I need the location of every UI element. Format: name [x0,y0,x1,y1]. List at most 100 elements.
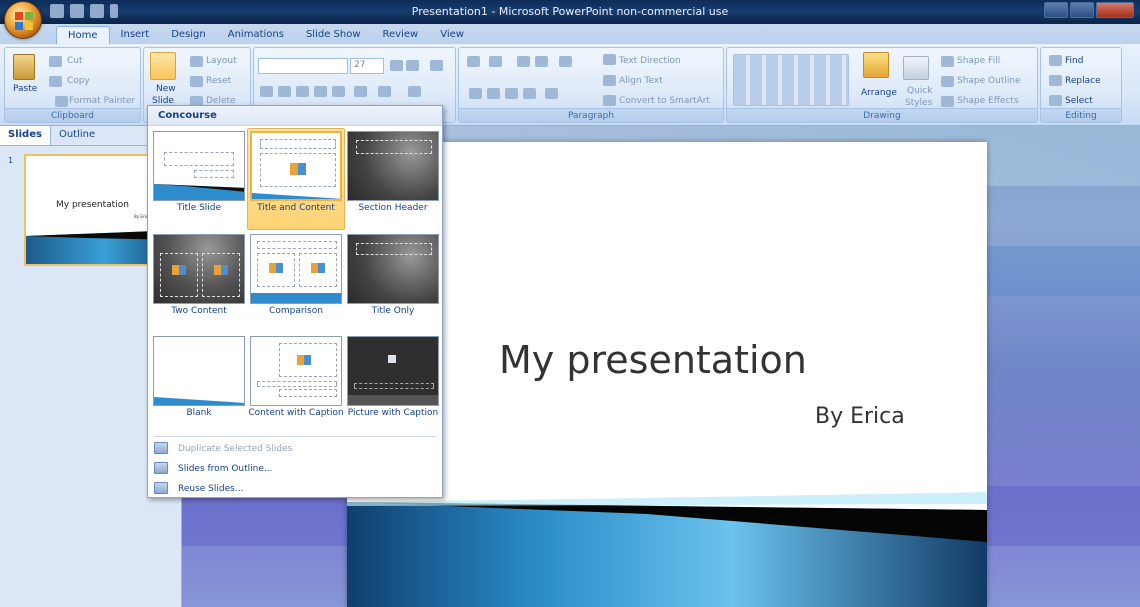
layout-label: Two Content [171,306,227,316]
font-size-field[interactable]: 27 [350,58,384,74]
menu-separator [154,436,436,437]
tab-review[interactable]: Review [372,26,430,44]
strikethrough-icon[interactable] [314,86,327,97]
layout-label: Title Only [371,306,415,316]
underline-icon[interactable] [296,86,309,97]
shape-effects-icon [941,96,954,107]
replace-button[interactable]: Replace [1065,76,1101,86]
line-spacing-icon[interactable] [559,56,572,67]
new-slide-icon[interactable] [150,52,176,80]
tab-outline[interactable]: Outline [51,126,103,145]
format-painter-button[interactable]: Format Painter [69,96,135,106]
layout-button[interactable]: Layout [206,56,237,66]
increase-indent-icon[interactable] [535,56,548,67]
paragraph-group-label: Paragraph [459,108,723,122]
slides-from-outline-icon [154,462,168,474]
shrink-font-icon[interactable] [406,60,419,71]
tab-home[interactable]: Home [56,26,110,44]
find-icon [1049,55,1062,66]
bullets-icon[interactable] [467,56,480,67]
quick-styles-icon[interactable] [903,56,929,80]
align-left-icon[interactable] [469,88,482,99]
replace-icon [1049,75,1062,86]
window-controls [1044,2,1134,18]
office-logo-icon [15,12,33,30]
select-icon [1049,95,1062,106]
align-text-button[interactable]: Align Text [619,76,663,86]
slides-from-outline-item[interactable]: Slides from Outline... [178,464,272,474]
layout-wave-icon [252,193,340,199]
text-direction-icon [603,54,616,65]
font-name-field[interactable] [258,58,348,74]
office-button[interactable] [4,1,42,39]
layout-label: Blank [186,408,212,418]
shape-outline-button[interactable]: Shape Outline [957,76,1021,86]
maximize-button[interactable] [1070,2,1094,18]
font-color-icon[interactable] [408,86,421,97]
title-bar: Presentation1 - Microsoft PowerPoint non… [0,0,1140,24]
reuse-slides-icon [154,482,168,494]
quick-styles-label-2[interactable]: Styles [905,98,932,108]
copy-icon [49,76,62,87]
grow-font-icon[interactable] [390,60,403,71]
select-button[interactable]: Select [1065,96,1093,106]
tab-design[interactable]: Design [160,26,217,44]
minimize-button[interactable] [1044,2,1068,18]
shape-effects-button[interactable]: Shape Effects [957,96,1019,106]
italic-icon[interactable] [278,86,291,97]
reuse-slides-item[interactable]: Reuse Slides... [178,484,243,494]
arrange-button[interactable]: Arrange [861,88,897,98]
clear-formatting-icon[interactable] [430,60,443,71]
paste-icon[interactable] [13,54,35,80]
justify-icon[interactable] [523,88,536,99]
layout-label: Comparison [269,306,323,316]
align-right-icon[interactable] [505,88,518,99]
smartart-icon [603,95,616,106]
shape-fill-button[interactable]: Shape Fill [957,56,1000,66]
shadow-icon[interactable] [332,86,345,97]
align-text-icon [603,75,616,86]
tab-insert[interactable]: Insert [110,26,161,44]
copy-button[interactable]: Copy [67,76,90,86]
character-spacing-icon[interactable] [354,86,367,97]
layout-label: Section Header [358,203,428,213]
convert-to-smartart-button[interactable]: Convert to SmartArt [619,96,710,106]
reset-icon [190,76,203,87]
cut-button[interactable]: Cut [67,56,83,66]
paragraph-group: Text Direction Align Text Convert to Sma… [458,47,724,123]
change-case-icon[interactable] [378,86,391,97]
shape-outline-icon [941,76,954,87]
find-button[interactable]: Find [1065,56,1083,66]
slide-number: 1 [8,156,14,165]
tab-slides[interactable]: Slides [0,126,51,145]
align-center-icon[interactable] [487,88,500,99]
format-painter-icon [55,96,68,107]
new-slide-label-1[interactable]: New [156,84,176,94]
columns-icon[interactable] [545,88,558,99]
tab-animations[interactable]: Animations [217,26,295,44]
clipboard-group-label: Clipboard [5,108,140,122]
numbering-icon[interactable] [489,56,502,67]
thumbnail-title: My presentation [56,200,129,210]
text-direction-button[interactable]: Text Direction [619,56,681,66]
shape-fill-icon [941,56,954,67]
reset-button[interactable]: Reset [206,76,231,86]
paste-button[interactable]: Paste [13,84,37,94]
shapes-gallery[interactable] [733,54,849,106]
close-button[interactable] [1096,2,1134,18]
layout-label: Content with Caption [248,408,344,418]
editing-group: Find Replace Select Editing [1040,47,1122,123]
layout-icon [190,56,203,67]
tab-slide-show[interactable]: Slide Show [295,26,372,44]
tab-view[interactable]: View [429,26,475,44]
bold-icon[interactable] [260,86,273,97]
ribbon-tab-bar: Home Insert Design Animations Slide Show… [0,24,1140,44]
duplicate-selected-slides-item[interactable]: Duplicate Selected Slides [178,444,292,454]
arrange-icon[interactable] [863,52,889,78]
quick-styles-label-1[interactable]: Quick [907,86,932,96]
decrease-indent-icon[interactable] [517,56,530,67]
window-title: Presentation1 - Microsoft PowerPoint non… [411,5,729,18]
layout-wave-icon [154,184,244,200]
layout-theme-header: Concourse [148,106,442,126]
layout-label: Picture with Caption [347,408,439,418]
